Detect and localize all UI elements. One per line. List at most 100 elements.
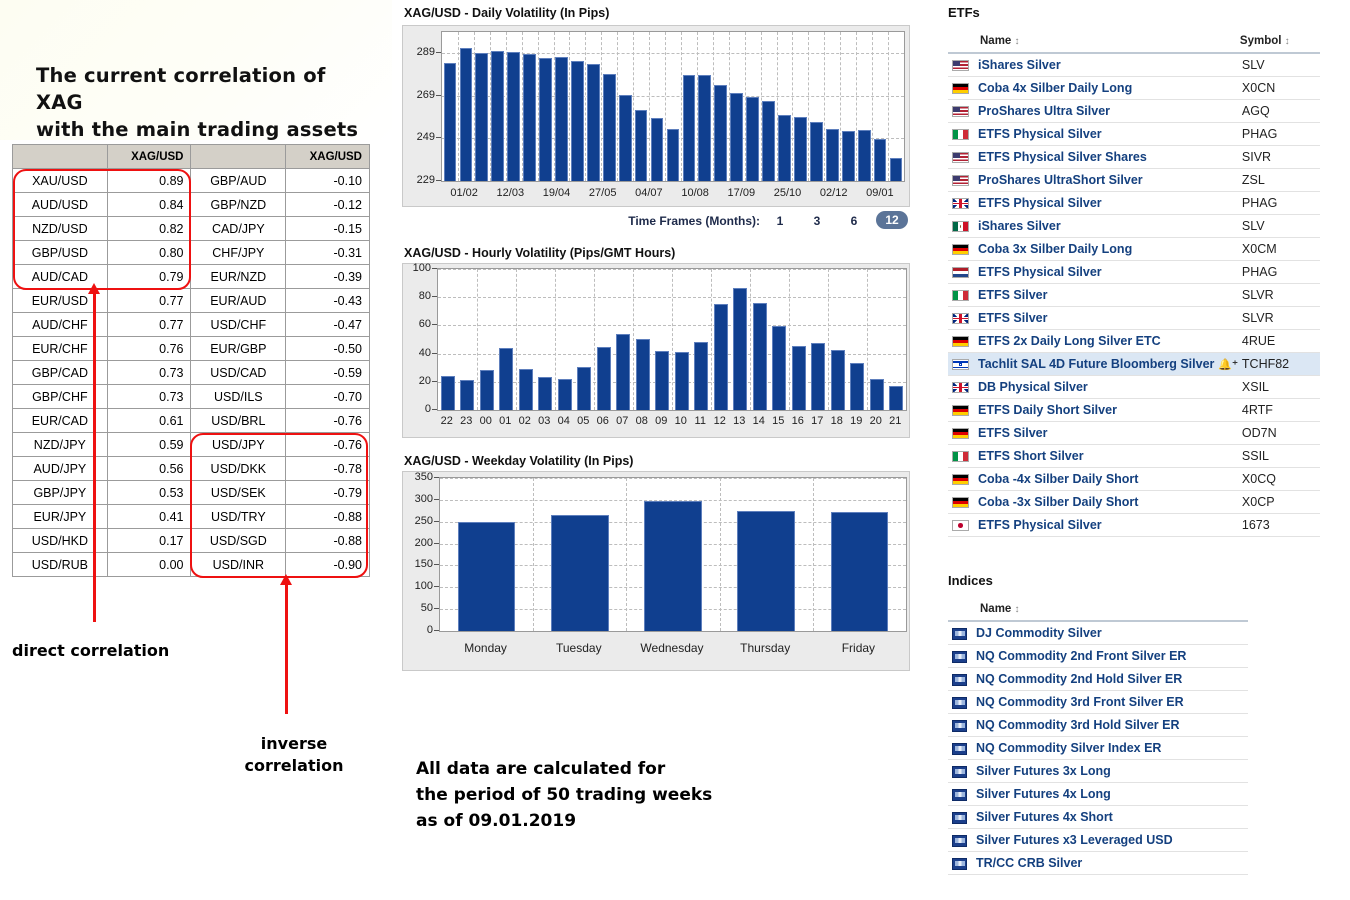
timeframe-option-12[interactable]: 12 (876, 211, 908, 229)
table-row[interactable]: ProShares Ultra Silver AGQ (948, 99, 1320, 123)
index-name[interactable]: NQ Commodity 2nd Front Silver ER (976, 649, 1186, 663)
etf-name[interactable]: ETFS Physical Silver (978, 196, 1102, 210)
etf-name-cell[interactable]: Tachlit SAL 4D Future Bloomberg Silver 🔔⁺ (948, 352, 1240, 376)
index-name[interactable]: NQ Commodity 3rd Hold Silver ER (976, 718, 1180, 732)
table-row[interactable]: ETFS 2x Daily Long Silver ETC 4RUE (948, 329, 1320, 353)
etf-name-cell[interactable]: Coba 3x Silber Daily Long (948, 237, 1240, 261)
index-name-cell[interactable]: NQ Commodity 3rd Hold Silver ER (948, 713, 1248, 737)
etf-name-cell[interactable]: ETFS Silver (948, 306, 1240, 330)
etf-name-cell[interactable]: DB Physical Silver (948, 375, 1240, 399)
etf-name-cell[interactable]: ETFS Daily Short Silver (948, 398, 1240, 422)
etfs-col-header-name[interactable]: Name ↕ (948, 30, 1240, 54)
table-row[interactable]: iShares Silver SLV (948, 53, 1320, 77)
etf-name[interactable]: ETFS Daily Short Silver (978, 403, 1117, 417)
table-row[interactable]: NQ Commodity 3rd Hold Silver ER (948, 713, 1248, 737)
etf-name-cell[interactable]: iShares Silver (948, 53, 1240, 77)
etf-name-cell[interactable]: ETFS Silver (948, 421, 1240, 445)
etf-name-cell[interactable]: Coba -4x Silber Daily Short (948, 467, 1240, 491)
table-row[interactable]: NQ Commodity 2nd Front Silver ER (948, 644, 1248, 668)
etf-name-cell[interactable]: Coba 4x Silber Daily Long (948, 76, 1240, 100)
table-row[interactable]: Coba -4x Silber Daily Short X0CQ (948, 467, 1320, 491)
table-row[interactable]: NQ Commodity Silver Index ER (948, 736, 1248, 760)
etf-name[interactable]: ETFS 2x Daily Long Silver ETC (978, 334, 1161, 348)
table-row[interactable]: ETFS Physical Silver PHAG (948, 122, 1320, 146)
etf-name-cell[interactable]: ETFS 2x Daily Long Silver ETC (948, 329, 1240, 353)
table-row[interactable]: DJ Commodity Silver (948, 621, 1248, 645)
table-row[interactable]: Silver Futures 3x Long (948, 759, 1248, 783)
table-row[interactable]: ETFS Silver SLVR (948, 306, 1320, 330)
etf-name-cell[interactable]: ETFS Physical Silver (948, 260, 1240, 284)
sort-icon[interactable]: ↕ (1015, 36, 1020, 47)
etf-name[interactable]: DB Physical Silver (978, 380, 1088, 394)
etf-name[interactable]: ETFS Silver (978, 311, 1047, 325)
alert-bell-icon[interactable]: 🔔⁺ (1218, 359, 1238, 371)
table-row[interactable]: Silver Futures 4x Long (948, 782, 1248, 806)
timeframe-option-1[interactable]: 1 (770, 214, 790, 228)
etf-name[interactable]: Coba 4x Silber Daily Long (978, 81, 1132, 95)
etf-name[interactable]: ETFS Silver (978, 288, 1047, 302)
index-name[interactable]: Silver Futures 3x Long (976, 764, 1111, 778)
sort-icon[interactable]: ↕ (1015, 604, 1020, 615)
table-row[interactable]: Coba -3x Silber Daily Short X0CP (948, 490, 1320, 514)
etf-name-cell[interactable]: iShares Silver (948, 214, 1240, 238)
table-row[interactable]: Tachlit SAL 4D Future Bloomberg Silver 🔔⁺… (948, 352, 1320, 376)
index-name[interactable]: Silver Futures x3 Leveraged USD (976, 833, 1173, 847)
index-name-cell[interactable]: Silver Futures 3x Long (948, 759, 1248, 783)
index-name-cell[interactable]: NQ Commodity 3rd Front Silver ER (948, 690, 1248, 714)
etf-name[interactable]: ETFS Physical Silver (978, 518, 1102, 532)
index-name-cell[interactable]: Silver Futures x3 Leveraged USD (948, 828, 1248, 852)
timeframe-option-6[interactable]: 6 (844, 214, 864, 228)
table-row[interactable]: ProShares UltraShort Silver ZSL (948, 168, 1320, 192)
etf-name[interactable]: ETFS Physical Silver (978, 127, 1102, 141)
etf-name[interactable]: Coba -4x Silber Daily Short (978, 472, 1138, 486)
index-name-cell[interactable]: NQ Commodity Silver Index ER (948, 736, 1248, 760)
table-row[interactable]: Coba 4x Silber Daily Long X0CN (948, 76, 1320, 100)
index-name[interactable]: TR/CC CRB Silver (976, 856, 1082, 870)
table-row[interactable]: ETFS Physical Silver Shares SIVR (948, 145, 1320, 169)
timeframe-option-3[interactable]: 3 (807, 214, 827, 228)
index-name[interactable]: Silver Futures 4x Long (976, 787, 1111, 801)
etf-name[interactable]: Coba -3x Silber Daily Short (978, 495, 1138, 509)
index-name-cell[interactable]: DJ Commodity Silver (948, 621, 1248, 645)
etf-name-cell[interactable]: ETFS Physical Silver (948, 191, 1240, 215)
table-row[interactable]: iShares Silver SLV (948, 214, 1320, 238)
index-name[interactable]: Silver Futures 4x Short (976, 810, 1113, 824)
etf-name-cell[interactable]: ETFS Physical Silver (948, 513, 1240, 537)
sort-icon[interactable]: ↕ (1285, 36, 1290, 47)
table-row[interactable]: Coba 3x Silber Daily Long X0CM (948, 237, 1320, 261)
index-name-cell[interactable]: TR/CC CRB Silver (948, 851, 1248, 875)
index-name[interactable]: DJ Commodity Silver (976, 626, 1102, 640)
table-row[interactable]: NQ Commodity 2nd Hold Silver ER (948, 667, 1248, 691)
index-name[interactable]: NQ Commodity 2nd Hold Silver ER (976, 672, 1182, 686)
etfs-col-header-symbol[interactable]: Symbol ↕ (1239, 30, 1320, 54)
etf-name-cell[interactable]: ETFS Short Silver (948, 444, 1240, 468)
timeframe-selector[interactable]: Time Frames (Months): 1 3 6 12 (402, 211, 910, 234)
etf-name[interactable]: ProShares UltraShort Silver (978, 173, 1143, 187)
etf-name[interactable]: Coba 3x Silber Daily Long (978, 242, 1132, 256)
table-row[interactable]: ETFS Short Silver SSIL (948, 444, 1320, 468)
table-row[interactable]: ETFS Physical Silver PHAG (948, 260, 1320, 284)
etf-name[interactable]: ETFS Short Silver (978, 449, 1084, 463)
table-row[interactable]: TR/CC CRB Silver (948, 851, 1248, 875)
table-row[interactable]: ETFS Physical Silver PHAG (948, 191, 1320, 215)
table-row[interactable]: DB Physical Silver XSIL (948, 375, 1320, 399)
table-row[interactable]: Silver Futures x3 Leveraged USD (948, 828, 1248, 852)
etf-name-cell[interactable]: ETFS Physical Silver (948, 122, 1240, 146)
index-name[interactable]: NQ Commodity 3rd Front Silver ER (976, 695, 1184, 709)
etf-name-cell[interactable]: ETFS Physical Silver Shares (948, 145, 1240, 169)
etf-name[interactable]: ProShares Ultra Silver (978, 104, 1110, 118)
etf-name[interactable]: ETFS Physical Silver Shares (978, 150, 1147, 164)
etf-name[interactable]: iShares Silver (978, 58, 1061, 72)
table-row[interactable]: NQ Commodity 3rd Front Silver ER (948, 690, 1248, 714)
indices-col-header-name[interactable]: Name ↕ (948, 598, 1248, 622)
etf-name[interactable]: iShares Silver (978, 219, 1061, 233)
table-row[interactable]: ETFS Silver SLVR (948, 283, 1320, 307)
index-name-cell[interactable]: Silver Futures 4x Long (948, 782, 1248, 806)
etf-name[interactable]: ETFS Silver (978, 426, 1047, 440)
index-name-cell[interactable]: NQ Commodity 2nd Hold Silver ER (948, 667, 1248, 691)
table-row[interactable]: Silver Futures 4x Short (948, 805, 1248, 829)
table-row[interactable]: ETFS Physical Silver 1673 (948, 513, 1320, 537)
index-name-cell[interactable]: Silver Futures 4x Short (948, 805, 1248, 829)
etf-name-cell[interactable]: ProShares Ultra Silver (948, 99, 1240, 123)
index-name[interactable]: NQ Commodity Silver Index ER (976, 741, 1161, 755)
